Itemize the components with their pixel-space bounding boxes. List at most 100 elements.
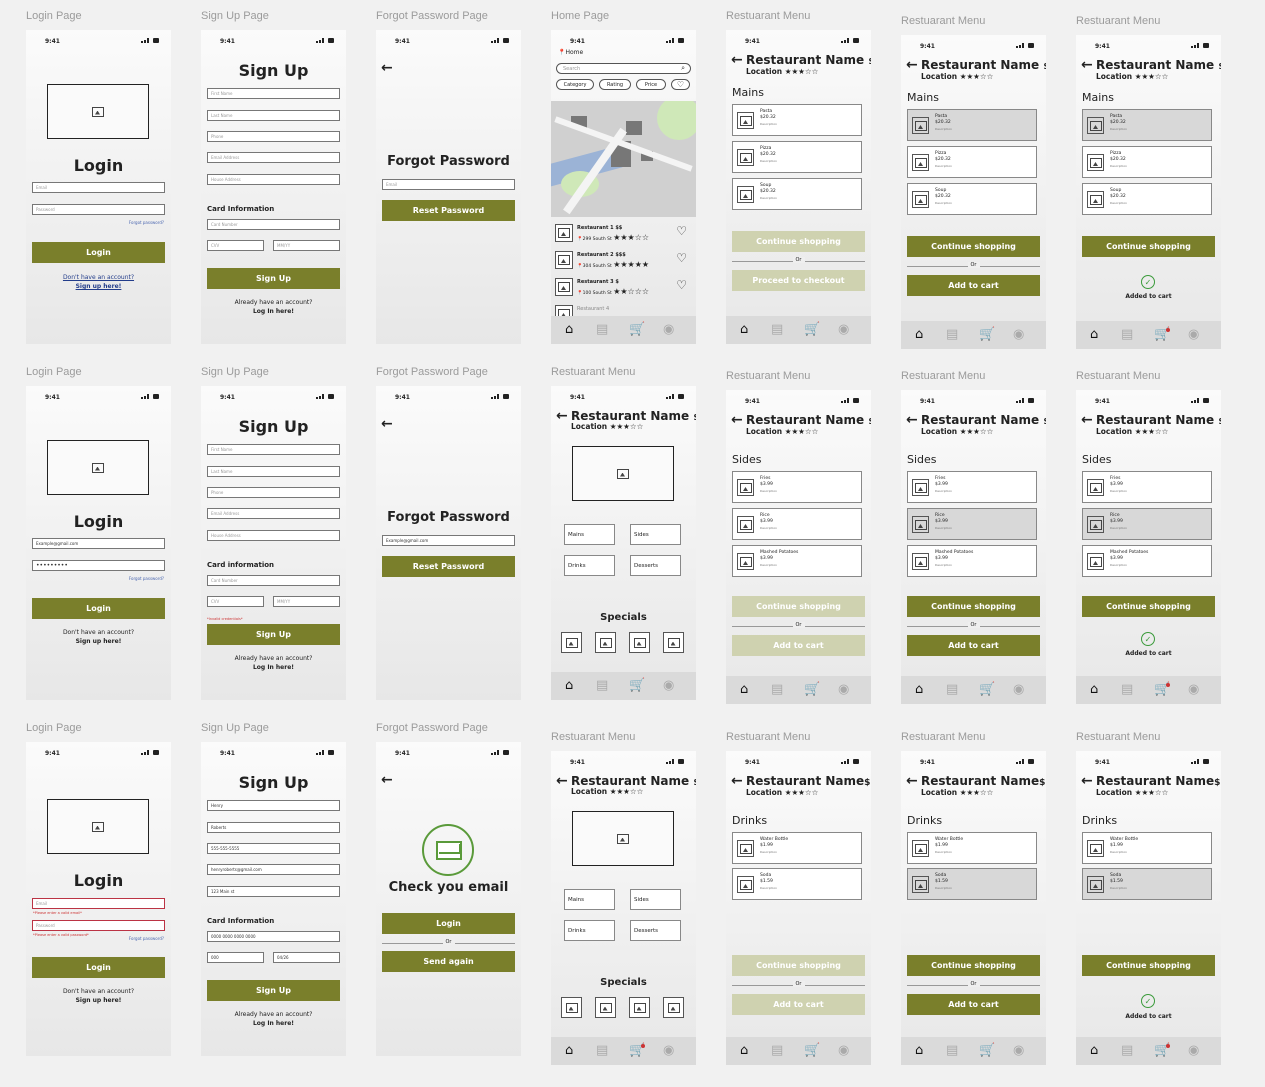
location-label[interactable]: 📍Home	[558, 49, 583, 56]
menu-item-card[interactable]: Pizza $20.32 Description	[907, 146, 1037, 178]
restaurant-list-item[interactable]: Restaurant 3 $ 📍100 South St ★★☆☆☆ ♡	[555, 278, 693, 299]
menu-item-card[interactable]: Rice $3.99 Description	[732, 508, 862, 540]
menu-item-card[interactable]: Mashed Potatoes $3.99 Description	[907, 545, 1037, 577]
menu-item-card[interactable]: Mashed Potatoes $3.99 Description	[732, 545, 862, 577]
no-account-text[interactable]: Don't have an account?	[26, 273, 171, 282]
signup-link[interactable]: Sign up here!	[26, 637, 171, 646]
phone-field[interactable]: 555-555-5555	[207, 843, 340, 854]
add-to-cart-button[interactable]: Add to cart	[732, 994, 865, 1015]
menu-item-card[interactable]: Soda $1.59 Description	[732, 868, 862, 900]
back-arrow-icon[interactable]: ←	[556, 409, 568, 423]
home-icon[interactable]: ⌂	[915, 1044, 923, 1057]
home-icon[interactable]: ⌂	[740, 683, 748, 696]
menu-item-card-selected[interactable]: Pasta $20.32 Description	[907, 109, 1037, 141]
category-desserts[interactable]: Desserts	[630, 555, 681, 576]
last-name-field[interactable]: Roberts	[207, 822, 340, 833]
signup-link[interactable]: Sign up here!	[26, 996, 171, 1005]
continue-shopping-button[interactable]: Continue shopping	[1082, 236, 1215, 257]
continue-shopping-button[interactable]: Continue shopping	[907, 955, 1040, 976]
special-item[interactable]	[663, 632, 684, 653]
home-icon[interactable]: ⌂	[565, 1044, 573, 1057]
back-arrow-icon[interactable]: ←	[906, 774, 918, 788]
signup-button[interactable]: Sign Up	[207, 624, 340, 645]
expiry-field[interactable]: MM/YY	[273, 596, 340, 607]
menu-item-card[interactable]: Soup $20.32 Description	[732, 178, 862, 210]
receipt-icon[interactable]: ▤	[771, 323, 783, 336]
profile-icon[interactable]: ◉	[663, 1044, 674, 1057]
password-field[interactable]: •••••••••	[32, 560, 165, 571]
cart-icon[interactable]: 🛒	[979, 683, 995, 696]
search-input[interactable]: Search ⌕	[556, 63, 691, 74]
continue-shopping-button[interactable]: Continue shopping	[1082, 955, 1215, 976]
menu-item-card[interactable]: Water Bottle $1.99 Description	[1082, 832, 1212, 864]
receipt-icon[interactable]: ▤	[946, 1044, 958, 1057]
category-drinks[interactable]: Drinks	[564, 920, 615, 941]
login-link[interactable]: Log In here!	[201, 307, 346, 316]
email-field[interactable]: Example@gmail.com	[32, 538, 165, 549]
continue-shopping-button[interactable]: Continue shopping	[732, 596, 865, 617]
menu-item-card[interactable]: Mashed Potatoes $3.99 Description	[1082, 545, 1212, 577]
home-icon[interactable]: ⌂	[740, 323, 748, 336]
continue-shopping-button[interactable]: Continue shopping	[907, 596, 1040, 617]
forgot-password-link[interactable]: Forgot password?	[129, 220, 164, 225]
home-icon[interactable]: ⌂	[565, 323, 573, 336]
menu-item-card[interactable]: Fries $3.99 Description	[907, 471, 1037, 503]
password-field[interactable]: Password	[32, 204, 165, 215]
special-item[interactable]	[595, 632, 616, 653]
restaurant-list-item[interactable]: Restaurant 2 $$$ 📍304 South St ★★★★★ ♡	[555, 251, 693, 272]
cart-icon[interactable]: 🛒	[804, 323, 820, 336]
first-name-field[interactable]: First Name	[207, 444, 340, 455]
continue-shopping-button[interactable]: Continue shopping	[732, 955, 865, 976]
back-arrow-icon[interactable]: ←	[906, 413, 918, 427]
home-icon[interactable]: ⌂	[740, 1044, 748, 1057]
profile-icon[interactable]: ◉	[663, 323, 674, 336]
profile-icon[interactable]: ◉	[1188, 683, 1199, 696]
receipt-icon[interactable]: ▤	[946, 328, 958, 341]
special-item[interactable]	[595, 997, 616, 1018]
receipt-icon[interactable]: ▤	[946, 683, 958, 696]
receipt-icon[interactable]: ▤	[1121, 328, 1133, 341]
forgot-password-link[interactable]: Forgot password?	[129, 576, 164, 581]
receipt-icon[interactable]: ▤	[771, 683, 783, 696]
menu-item-card[interactable]: Fries $3.99 Description	[1082, 471, 1212, 503]
email-field[interactable]: Email	[32, 182, 165, 193]
back-arrow-icon[interactable]: ←	[731, 413, 743, 427]
menu-item-card-selected[interactable]: Soda $1.59 Description	[907, 868, 1037, 900]
heart-icon[interactable]: ♡	[676, 225, 687, 237]
special-item[interactable]	[561, 997, 582, 1018]
card-number-field[interactable]: Card Number	[207, 575, 340, 586]
first-name-field[interactable]: First Name	[207, 88, 340, 99]
email-field[interactable]: Email	[382, 179, 515, 190]
back-arrow-icon[interactable]: ←	[556, 774, 568, 788]
add-to-cart-button[interactable]: Add to cart	[907, 635, 1040, 656]
restaurant-list-item[interactable]: Restaurant 1 $$ 📍299 South St ★★★☆☆ ♡	[555, 224, 693, 245]
back-arrow-icon[interactable]: ←	[381, 417, 393, 431]
menu-item-card-selected[interactable]: Rice $3.99 Description	[1082, 508, 1212, 540]
category-mains[interactable]: Mains	[564, 524, 615, 545]
profile-icon[interactable]: ◉	[1013, 1044, 1024, 1057]
email-field[interactable]: Email	[32, 898, 165, 909]
login-button[interactable]: Login	[32, 598, 165, 619]
login-link[interactable]: Log In here!	[201, 663, 346, 672]
back-arrow-icon[interactable]: ←	[731, 774, 743, 788]
category-desserts[interactable]: Desserts	[630, 920, 681, 941]
filter-chip-price[interactable]: Price	[636, 79, 666, 90]
expiry-field[interactable]: 04/26	[273, 952, 340, 963]
receipt-icon[interactable]: ▤	[596, 679, 608, 692]
email-field[interactable]: Email Address	[207, 508, 340, 519]
email-field[interactable]: Email Address	[207, 152, 340, 163]
back-arrow-icon[interactable]: ←	[1081, 774, 1093, 788]
profile-icon[interactable]: ◉	[838, 1044, 849, 1057]
address-field[interactable]: House Address	[207, 530, 340, 541]
back-arrow-icon[interactable]: ←	[381, 61, 393, 75]
back-arrow-icon[interactable]: ←	[1081, 58, 1093, 72]
receipt-icon[interactable]: ▤	[771, 1044, 783, 1057]
reset-password-button[interactable]: Reset Password	[382, 200, 515, 221]
cart-icon[interactable]: 🛒	[979, 1044, 995, 1057]
add-to-cart-button[interactable]: Add to cart	[907, 275, 1040, 296]
password-field[interactable]: Password	[32, 920, 165, 931]
back-arrow-icon[interactable]: ←	[1081, 413, 1093, 427]
menu-item-card[interactable]: Water Bottle $1.99 Description	[907, 832, 1037, 864]
login-button[interactable]: Login	[382, 913, 515, 934]
continue-shopping-button[interactable]: Continue shopping	[907, 236, 1040, 257]
